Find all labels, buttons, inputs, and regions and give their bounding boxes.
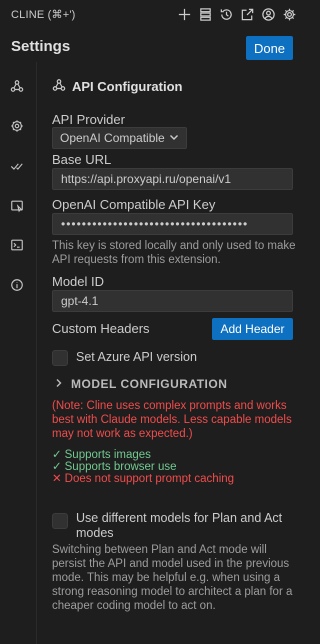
model-id-label: Model ID — [52, 274, 105, 289]
api-icon[interactable] — [9, 78, 25, 94]
model-configuration-label: MODEL CONFIGURATION — [71, 377, 228, 391]
add-header-button[interactable]: Add Header — [212, 318, 293, 340]
done-button[interactable]: Done — [246, 36, 293, 60]
model-configuration-toggle[interactable]: MODEL CONFIGURATION — [55, 377, 227, 391]
stack-icon[interactable] — [196, 5, 215, 24]
azure-checkbox[interactable] — [52, 350, 68, 366]
model-id-input[interactable] — [52, 290, 293, 312]
settings-sidebar — [0, 66, 34, 306]
plan-act-checkbox[interactable] — [52, 513, 68, 529]
chevron-down-icon — [169, 131, 179, 145]
base-url-label: Base URL — [52, 152, 112, 167]
base-url-input[interactable] — [52, 168, 293, 190]
capability-item: ✕ Does not support prompt caching — [52, 472, 234, 486]
sidebar-divider — [36, 62, 37, 644]
api-key-help: This key is stored locally and only used… — [52, 240, 296, 266]
api-key-input[interactable] — [52, 213, 293, 235]
title-bar: CLINE (⌘+') — [0, 0, 305, 28]
capability-text: Does not support prompt caching — [64, 473, 235, 485]
open-external-icon[interactable] — [238, 5, 257, 24]
plan-act-help: Switching between Plan and Act mode will… — [52, 544, 293, 612]
settings-icon[interactable] — [280, 5, 299, 24]
plan-act-checkbox-label: Use different models for Plan and Act mo… — [76, 511, 283, 540]
api-provider-label: API Provider — [52, 112, 125, 127]
section-title: API Configuration — [72, 79, 183, 94]
plan-act-checkbox-row[interactable]: Use different models for Plan and Act mo… — [52, 511, 292, 541]
settings-header: Settings Done — [0, 34, 305, 62]
title-toolbar — [175, 5, 299, 24]
info-icon[interactable] — [9, 277, 25, 293]
cross-mark-icon: ✕ — [52, 473, 62, 485]
check-icon[interactable] — [9, 158, 25, 174]
api-icon — [52, 78, 66, 95]
section-heading: API Configuration — [52, 78, 183, 95]
chevron-right-icon — [55, 377, 63, 391]
browser-icon[interactable] — [9, 198, 25, 214]
api-provider-value: OpenAI Compatible — [60, 131, 165, 145]
history-icon[interactable] — [217, 5, 236, 24]
page-title: Settings — [11, 38, 71, 55]
plus-icon[interactable] — [175, 5, 194, 24]
azure-checkbox-label: Set Azure API version — [76, 350, 197, 364]
terminal-icon[interactable] — [9, 237, 25, 253]
gear-icon[interactable] — [9, 118, 25, 134]
custom-headers-label: Custom Headers — [52, 321, 150, 336]
account-icon[interactable] — [259, 5, 278, 24]
model-warning: (Note: Cline uses complex prompts and wo… — [52, 400, 292, 440]
window-title: CLINE (⌘+') — [11, 8, 76, 21]
azure-checkbox-row[interactable]: Set Azure API version — [52, 350, 197, 366]
api-provider-select[interactable]: OpenAI Compatible — [52, 127, 187, 149]
api-key-label: OpenAI Compatible API Key — [52, 197, 216, 212]
